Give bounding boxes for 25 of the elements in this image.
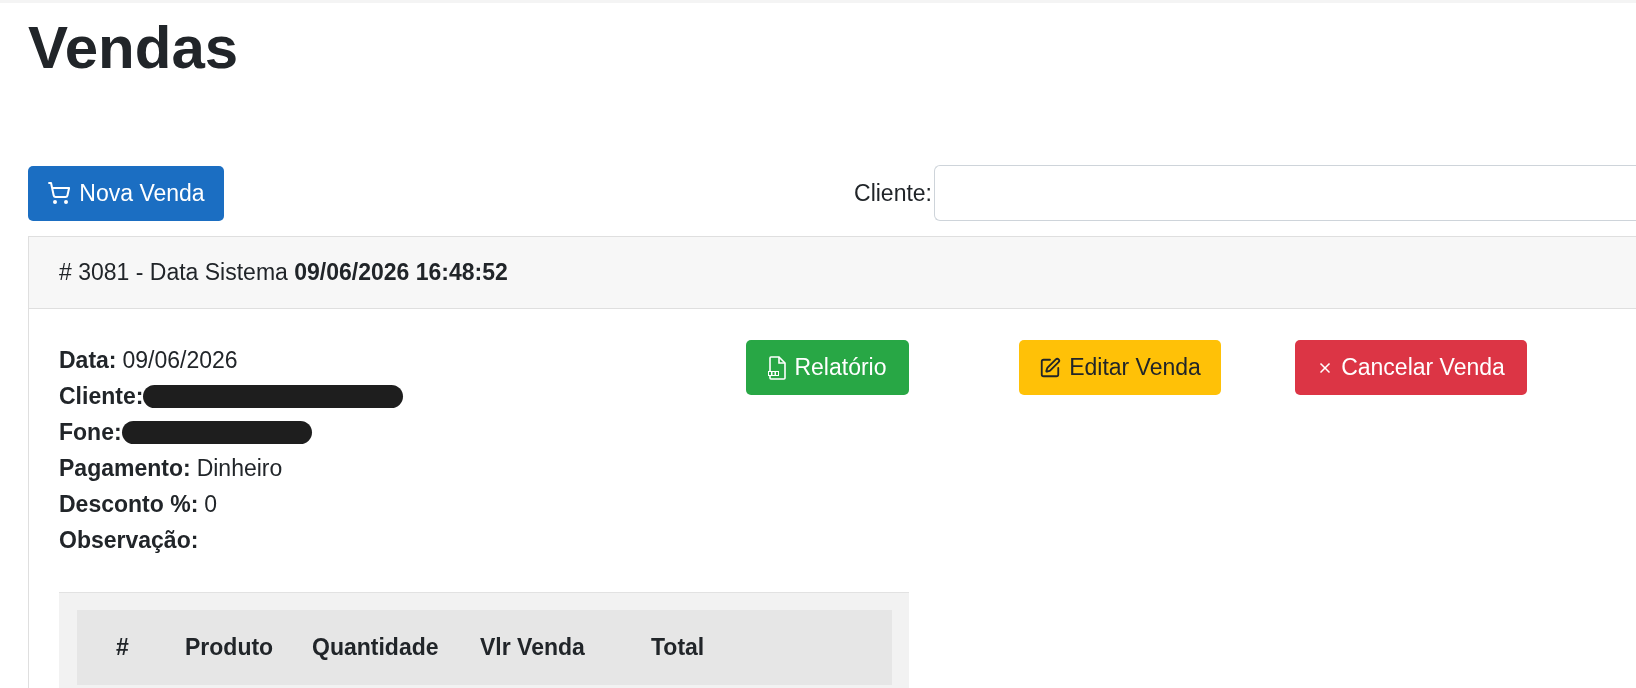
- column-header: Quantidade: [312, 634, 439, 661]
- detail-label: Observação:: [59, 525, 199, 555]
- column-header: #: [116, 634, 129, 661]
- page-title: Vendas: [28, 13, 239, 83]
- detail-label: Cliente:: [59, 381, 144, 411]
- filter-label: Cliente:: [854, 179, 932, 208]
- cancel-sale-button[interactable]: Cancelar Venda: [1295, 340, 1527, 395]
- detail-value: 09/06/2026: [122, 345, 238, 375]
- column-header: Produto: [185, 634, 274, 661]
- new-sale-button[interactable]: Nova Venda: [28, 165, 224, 221]
- sale-header-title: # 3081 - Data Sistema 09/06/2026 16:48:52: [59, 258, 508, 288]
- detail-label: Data:: [59, 345, 117, 375]
- column-header: Vlr Venda: [480, 634, 585, 661]
- detail-value: Dinheiro: [196, 453, 283, 483]
- cart-icon: [47, 181, 72, 205]
- client-filter-input[interactable]: [934, 165, 1636, 221]
- detail-value: 0: [204, 489, 218, 519]
- detail-label: Desconto %:: [59, 489, 199, 519]
- column-header: Total: [651, 634, 705, 661]
- edit-sale-button[interactable]: Editar Venda: [1019, 340, 1221, 395]
- file-icon: [768, 355, 787, 380]
- edit-icon: [1039, 356, 1062, 379]
- detail-label: Pagamento:: [59, 453, 191, 483]
- report-button[interactable]: Relatório: [746, 340, 909, 395]
- detail-label: Fone:: [59, 417, 122, 447]
